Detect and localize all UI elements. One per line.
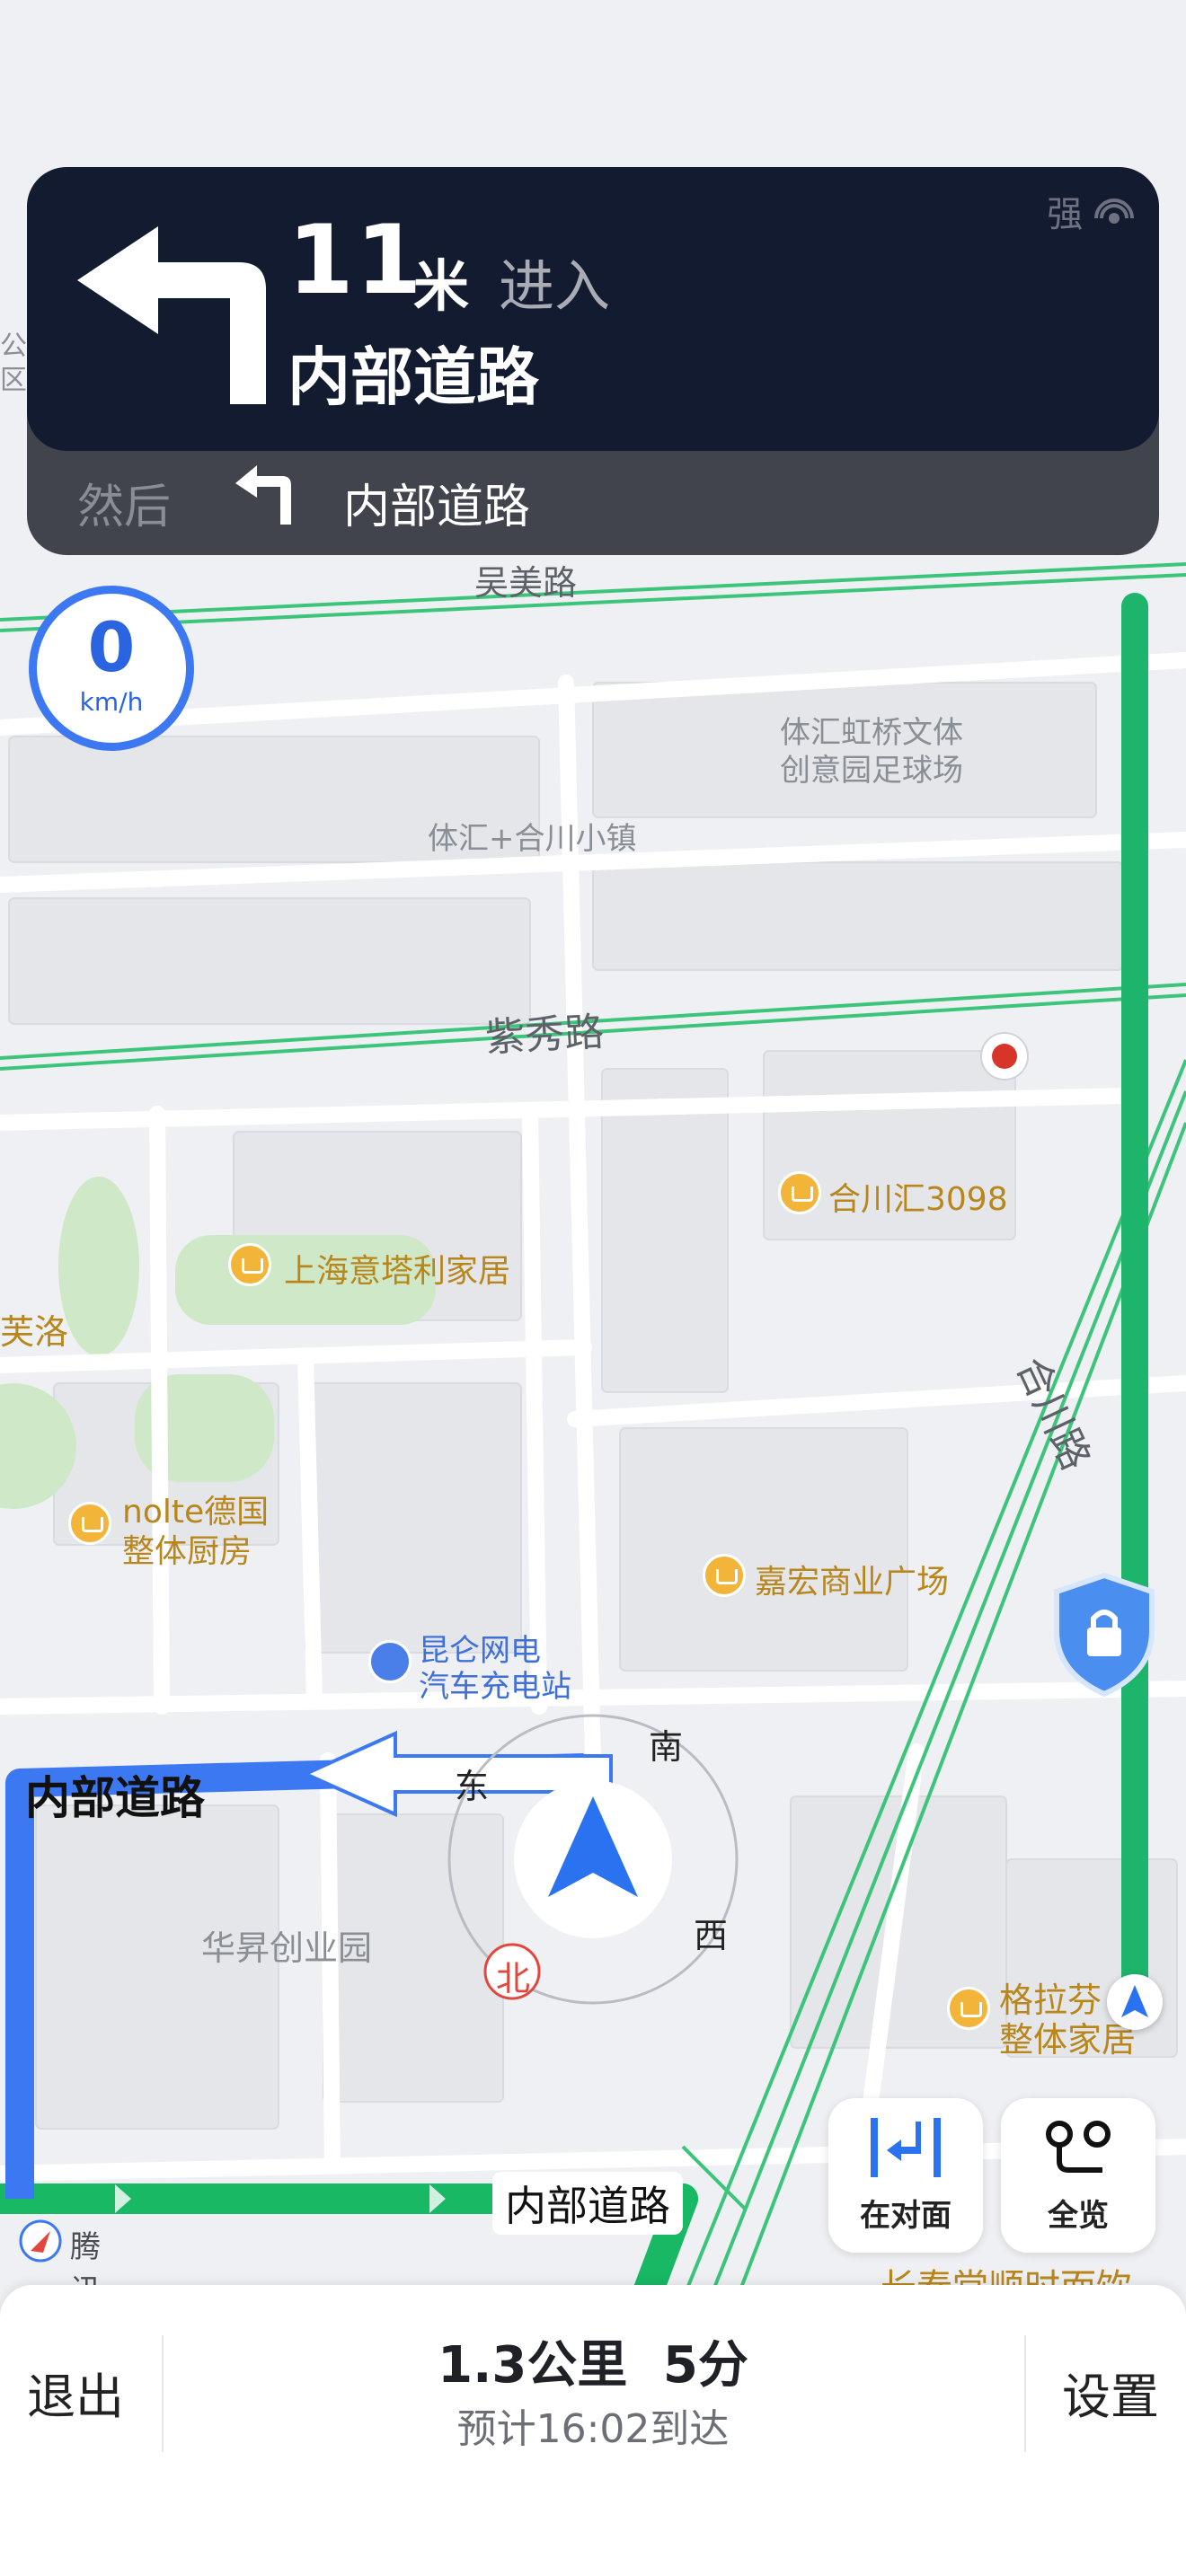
tencent-map-logo-icon: [19, 2219, 62, 2263]
current-position-marker: [1107, 1974, 1163, 2030]
road-label-internal-bottom: 内部道路: [492, 2172, 683, 2235]
safety-shield-icon[interactable]: [1051, 1572, 1157, 1698]
poi-label-italia[interactable]: 上海意塔利家居: [284, 1245, 510, 1292]
road-label-zixiu: 紫秀路: [483, 1009, 606, 1062]
opposite-side-icon: [871, 2118, 941, 2177]
compass-north: 北: [496, 1959, 531, 1998]
shopping-icon: [703, 1554, 746, 1597]
route-overview-icon: [1046, 2121, 1111, 2173]
charging-station-icon: [368, 1640, 412, 1683]
then-road-name: 内部道路: [343, 481, 531, 534]
speed-unit: km/h: [79, 687, 144, 717]
shopping-icon: [68, 1502, 111, 1545]
overview-button[interactable]: 全览: [1001, 2098, 1155, 2253]
turn-instruction-card[interactable]: 11 米 进入 内部道路 强 然后 内部道路: [27, 167, 1159, 555]
then-label: 然后: [77, 481, 172, 534]
poi-label-hechuanhui[interactable]: 合川汇3098: [828, 1173, 1008, 1220]
poi-label-nolte-2[interactable]: 整体厨房: [122, 1525, 252, 1572]
poi-label-tihui-2: 创意园足球场: [780, 753, 963, 789]
route-progress-bar: [1121, 593, 1148, 2021]
road-label-wumei: 吴美路: [474, 563, 578, 603]
compass-west: 西: [694, 1916, 729, 1955]
remaining-time: 5分: [662, 2336, 748, 2395]
settings-button[interactable]: 设置: [1062, 2357, 1159, 2428]
bottom-bar: 退出 1.3公里 5分 预计16:02到达 设置: [0, 2285, 1186, 2576]
primary-instruction: 11 米 进入 内部道路 强: [27, 167, 1159, 451]
poi-label-kunlun-2[interactable]: 汽车充电站: [419, 1662, 571, 1706]
poi-label-edge-2: 区: [0, 365, 27, 396]
poi-label-huasheng: 华昇创业园: [201, 1928, 373, 1968]
overview-label: 全览: [1048, 2198, 1109, 2234]
trip-summary[interactable]: 1.3公里 5分: [0, 2325, 1186, 2397]
distance-value: 11: [288, 205, 424, 315]
opposite-side-label: 在对面: [860, 2198, 951, 2234]
poi-label-jiahong[interactable]: 嘉宏商业广场: [755, 1556, 949, 1602]
distance-unit: 米: [413, 253, 470, 319]
signal-strength-label: 强: [1047, 194, 1084, 235]
shopping-icon: [228, 1243, 271, 1286]
opposite-side-button[interactable]: 在对面: [828, 2098, 983, 2253]
enter-label: 进入: [499, 253, 611, 319]
then-turn-left-icon: [235, 465, 291, 525]
compass-east: 东: [455, 1767, 490, 1806]
shopping-icon: [778, 1171, 821, 1214]
map-provider-watermark: 腾讯地图: [18, 2219, 101, 2397]
gps-signal-indicator: 强: [1047, 185, 1134, 237]
signal-icon: [1094, 198, 1134, 224]
speed-value: 0: [87, 607, 136, 687]
navigation-arrow-icon: [1121, 1985, 1148, 2017]
divider: [1024, 2335, 1026, 2452]
compass-south: 南: [649, 1727, 684, 1767]
next-road-name: 内部道路: [288, 340, 539, 414]
road-label-internal-left: 内部道路: [25, 1772, 205, 1824]
shopping-icon: [947, 1987, 990, 2030]
poi-label-hechuan-town: 体汇+合川小镇: [428, 821, 637, 857]
arrival-time: 预计16:02到达: [456, 2406, 730, 2452]
turn-left-arrow-icon: [77, 226, 266, 404]
poi-label-fuluo[interactable]: 芙洛: [0, 1304, 68, 1354]
speedometer: 0 km/h: [29, 586, 194, 751]
remaining-distance: 1.3公里: [438, 2336, 628, 2395]
